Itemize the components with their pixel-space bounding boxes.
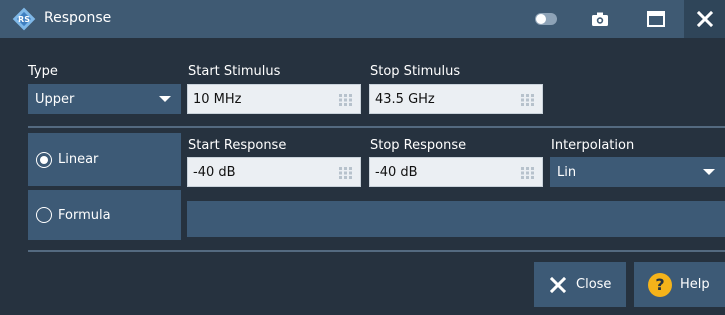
stop-stimulus-label: Stop Stimulus — [370, 64, 461, 79]
interpolation-label: Interpolation — [551, 138, 635, 153]
help-icon: ? — [648, 272, 672, 297]
stop-stimulus-value: 43.5 GHz — [375, 91, 435, 107]
help-button[interactable]: ? Help — [634, 262, 725, 307]
linear-label: Linear — [58, 152, 99, 167]
interpolation-dropdown[interactable]: Lin — [550, 157, 725, 187]
linear-mode-button[interactable]: Linear — [28, 133, 181, 186]
stop-response-label: Stop Response — [370, 138, 467, 153]
window-title: Response — [44, 10, 112, 26]
start-stimulus-input[interactable]: 10 MHz — [187, 84, 361, 114]
type-dropdown[interactable]: Upper — [28, 84, 181, 114]
start-response-input[interactable]: -40 dB — [187, 157, 361, 187]
maximize-icon — [647, 11, 665, 27]
start-response-label: Start Response — [188, 138, 287, 153]
toggle-icon — [535, 13, 557, 25]
close-button[interactable]: Close — [534, 262, 626, 307]
stop-response-value: -40 dB — [375, 164, 418, 180]
close-icon — [550, 276, 566, 293]
help-button-label: Help — [680, 277, 710, 292]
svg-text:RS: RS — [18, 15, 30, 24]
chevron-down-icon — [703, 169, 715, 175]
close-icon — [696, 11, 713, 27]
formula-input[interactable] — [187, 201, 725, 237]
divider-top — [28, 126, 725, 128]
start-response-value: -40 dB — [193, 164, 236, 180]
toggle-transparency-button[interactable] — [526, 0, 566, 38]
type-value: Upper — [35, 91, 75, 107]
rs-logo-icon: RS — [12, 7, 36, 31]
start-stimulus-label: Start Stimulus — [188, 64, 281, 79]
title-bar[interactable]: RS Response — [0, 0, 725, 38]
maximize-button[interactable] — [638, 0, 674, 38]
divider-bottom — [28, 250, 725, 252]
keypad-icon[interactable] — [521, 167, 535, 179]
keypad-icon[interactable] — [339, 167, 353, 179]
close-button-label: Close — [576, 277, 612, 292]
keypad-icon[interactable] — [521, 94, 535, 106]
formula-label: Formula — [58, 207, 111, 223]
interpolation-value: Lin — [557, 164, 577, 180]
stop-stimulus-input[interactable]: 43.5 GHz — [369, 84, 543, 114]
start-stimulus-value: 10 MHz — [193, 91, 242, 107]
formula-radio[interactable] — [36, 207, 52, 223]
camera-icon — [592, 12, 608, 26]
keypad-icon[interactable] — [339, 94, 353, 106]
linear-radio[interactable] — [36, 151, 52, 168]
response-dialog: RS Response Type Upper Start Stimulus 10… — [0, 0, 725, 315]
type-label: Type — [28, 64, 58, 79]
screenshot-button[interactable] — [582, 0, 618, 38]
chevron-down-icon — [159, 96, 171, 102]
formula-mode-button[interactable]: Formula — [28, 190, 181, 240]
radio-selected-dot — [40, 155, 48, 164]
window-close-button[interactable] — [684, 0, 725, 38]
stop-response-input[interactable]: -40 dB — [369, 157, 543, 187]
